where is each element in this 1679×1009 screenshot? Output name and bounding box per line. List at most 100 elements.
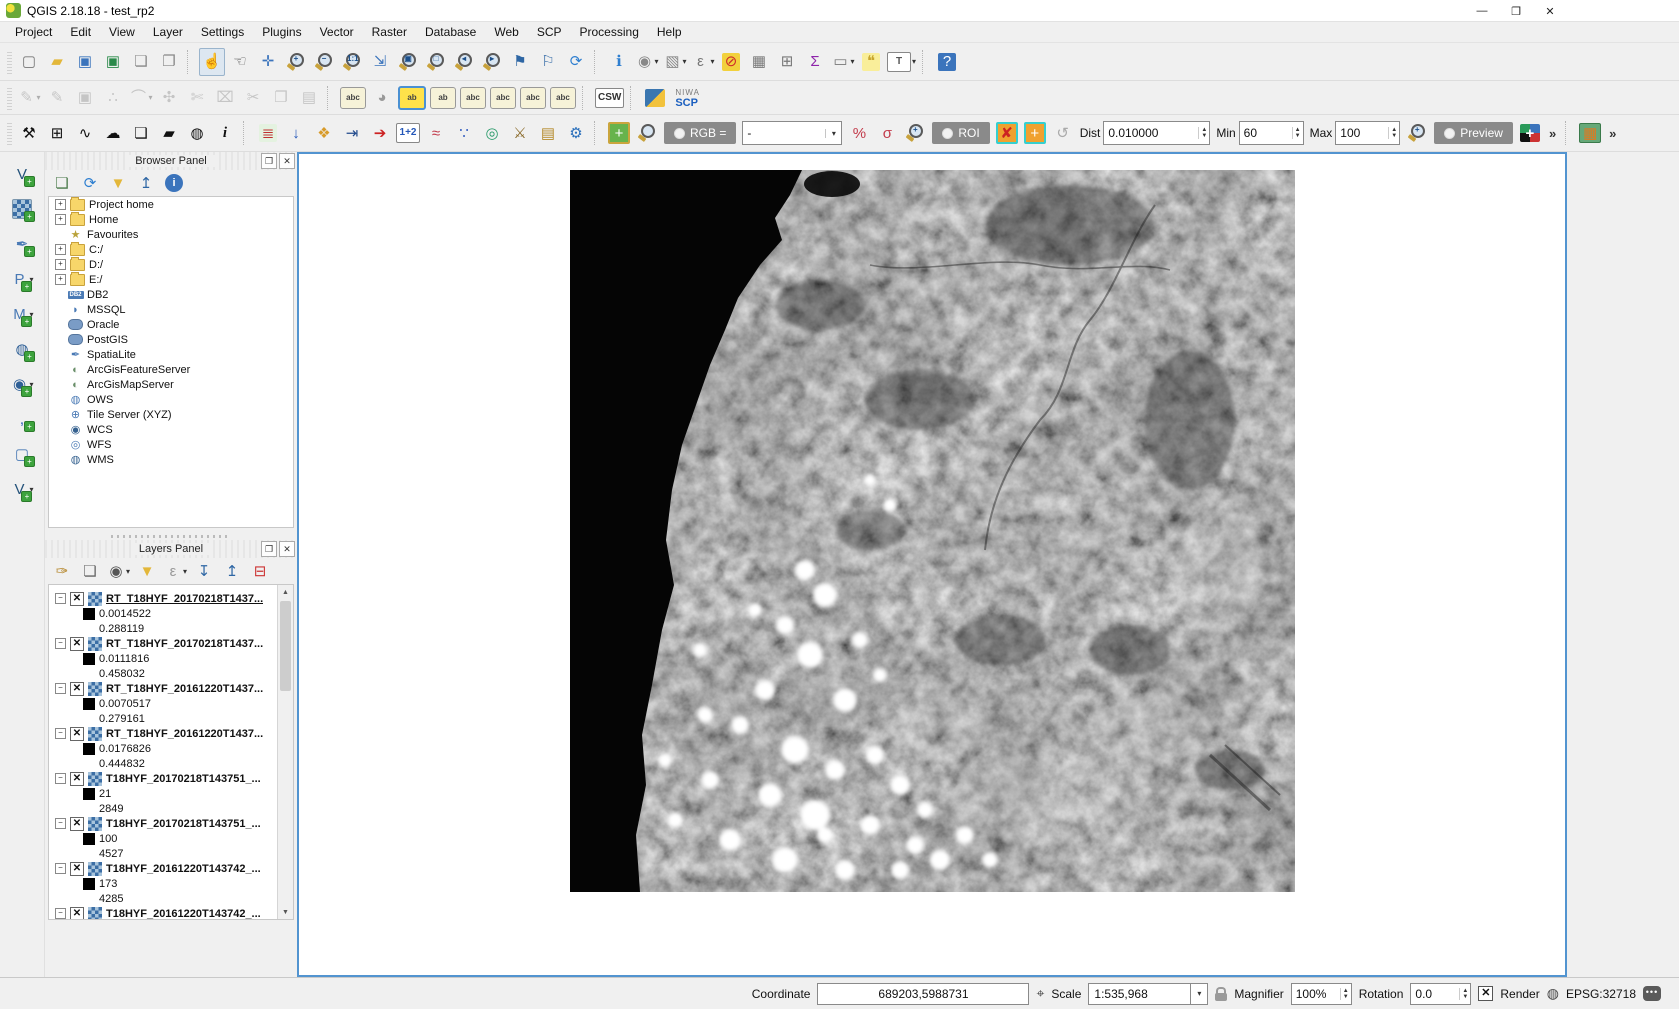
python-console[interactable] <box>642 84 668 112</box>
render-checkbox[interactable]: ✕ <box>1478 986 1493 1001</box>
scroll-down-button[interactable]: ▼ <box>278 905 293 919</box>
expand-icon[interactable]: + <box>55 259 66 270</box>
filter-by-expression-dropdown[interactable]: ▾ <box>183 567 187 576</box>
table-tool[interactable]: ⊞ <box>44 119 70 147</box>
delete-selected[interactable]: ⌧ <box>212 84 238 112</box>
scp-zoom-to-roi[interactable]: + <box>902 119 928 147</box>
preview-grid[interactable]: + <box>1517 119 1543 147</box>
maximize-button[interactable]: ❐ <box>1499 0 1533 22</box>
new-project[interactable]: ▢ <box>16 48 42 76</box>
min-field[interactable]: Min60▲▼ <box>1216 121 1303 145</box>
select-by-expression-dropdown[interactable]: ▾ <box>710 57 714 66</box>
zoom-in[interactable]: + <box>283 48 309 76</box>
collapse-icon[interactable]: − <box>55 728 66 739</box>
current-edits[interactable]: ✎▾ <box>16 84 42 112</box>
zoom-next[interactable]: ▸ <box>479 48 505 76</box>
expand-icon[interactable]: + <box>55 274 66 285</box>
menu-raster[interactable]: Raster <box>363 23 416 41</box>
measure-line-dropdown[interactable]: ▾ <box>850 57 854 66</box>
attribute-grid[interactable]: ▦ <box>1577 119 1603 147</box>
browser-item-db2[interactable]: DB2DB2 <box>49 287 293 302</box>
info-tool[interactable]: i <box>212 119 238 147</box>
scp-postprocessing[interactable]: ➔ <box>367 119 393 147</box>
layers-panel-float-button[interactable]: ❐ <box>261 541 277 557</box>
zoom-last[interactable]: ◂ <box>451 48 477 76</box>
layer-row[interactable]: −✕T18HYF_20161220T143742_... <box>49 906 293 920</box>
split-features[interactable]: ✄ <box>184 84 210 112</box>
extent-toggle-icon[interactable]: ⌖ <box>1036 985 1044 1002</box>
filter-legend[interactable]: ▼ <box>135 559 159 583</box>
move-feature[interactable]: ✣ <box>156 84 182 112</box>
open-attribute-table[interactable]: ▦ <box>746 48 772 76</box>
layers-panel-close-button[interactable]: ✕ <box>279 541 295 557</box>
save-layer-edits[interactable]: ▣ <box>72 84 98 112</box>
browser-item-e[interactable]: +E:/ <box>49 272 293 287</box>
layer-checkbox[interactable]: ✕ <box>70 592 84 606</box>
composer-manager[interactable]: ❐ <box>156 48 182 76</box>
layer-checkbox[interactable]: ✕ <box>70 817 84 831</box>
menu-edit[interactable]: Edit <box>61 23 100 41</box>
minimize-button[interactable]: — <box>1465 0 1499 22</box>
zoom-native[interactable]: 1:1 <box>339 48 365 76</box>
scp-image-overview[interactable]: + <box>606 119 632 147</box>
expand-icon[interactable]: + <box>55 214 66 225</box>
menu-project[interactable]: Project <box>6 23 61 41</box>
roi-label-radio[interactable] <box>942 128 953 139</box>
scp-basic-tools[interactable]: ❖ <box>311 119 337 147</box>
toggle-editing[interactable]: ✎ <box>44 84 70 112</box>
browser-panel-float-button[interactable]: ❐ <box>261 153 277 169</box>
browser-item-home[interactable]: +Home <box>49 212 293 227</box>
select-by-expression[interactable]: ε▾ <box>690 48 716 76</box>
collapse-icon[interactable]: − <box>55 908 66 919</box>
rgb-label[interactable]: RGB = <box>664 122 736 144</box>
browser-panel-close-button[interactable]: ✕ <box>279 153 295 169</box>
highlight-pinned-labels[interactable]: ab <box>397 84 427 112</box>
layer-row[interactable]: −✕T18HYF_20161220T143742_... <box>49 861 293 876</box>
magnifier-spinner[interactable]: 100% ▲▼ <box>1291 983 1352 1005</box>
browser-item-arcgisfeatureserver[interactable]: ◐ArcGisFeatureServer <box>49 362 293 377</box>
menu-settings[interactable]: Settings <box>192 23 253 41</box>
crs-status-icon[interactable]: ◍ <box>1547 985 1559 1002</box>
toolbar-expand-2[interactable]: » <box>1609 126 1616 141</box>
browser-item-arcgismapserver[interactable]: ◐ArcGisMapServer <box>49 377 293 392</box>
panel-splitter[interactable] <box>45 532 297 540</box>
measure-line[interactable]: ▭▾ <box>830 48 856 76</box>
collapse-icon[interactable]: − <box>55 773 66 784</box>
browser-item-favourites[interactable]: ★Favourites <box>49 227 293 242</box>
folder-tool[interactable]: ▰ <box>156 119 182 147</box>
collapse-icon[interactable]: − <box>55 863 66 874</box>
browser-item-wfs[interactable]: ◎WFS <box>49 437 293 452</box>
pan-map[interactable]: ☜ <box>227 48 253 76</box>
scale-combo-arrow[interactable]: ▾ <box>1191 983 1208 1005</box>
scale-lock-icon[interactable] <box>1215 993 1227 1001</box>
layer-row[interactable]: −✕T18HYF_20170218T143751_... <box>49 816 293 831</box>
show-hide-labels[interactable]: abc <box>459 84 487 112</box>
zoom-out[interactable]: − <box>311 48 337 76</box>
collapse-icon[interactable]: − <box>55 593 66 604</box>
new-print-composer[interactable]: ❏ <box>128 48 154 76</box>
zoom-to-layer[interactable]: □ <box>423 48 449 76</box>
max-field[interactable]: Max100▲▼ <box>1310 121 1401 145</box>
run-feature-action[interactable]: ◉▾ <box>634 48 660 76</box>
browser-item-project-home[interactable]: +Project home <box>49 197 293 212</box>
statistical-summary[interactable]: Σ <box>802 48 828 76</box>
browser-item-c[interactable]: +C:/ <box>49 242 293 257</box>
scp-roi-sigma[interactable]: σ <box>874 119 900 147</box>
roi-label[interactable]: ROI <box>932 122 989 144</box>
zoom-full[interactable]: ⇲ <box>367 48 393 76</box>
map-canvas[interactable] <box>297 152 1567 977</box>
properties-widget[interactable]: i <box>162 171 186 195</box>
layer-checkbox[interactable]: ✕ <box>70 727 84 741</box>
cut-features[interactable]: ✂ <box>240 84 266 112</box>
add-mssql-layer[interactable]: M▾ <box>9 300 35 328</box>
layer-checkbox[interactable]: ✕ <box>70 772 84 786</box>
show-bookmarks[interactable]: ⚐ <box>535 48 561 76</box>
add-selected-layers[interactable]: ❏ <box>50 171 74 195</box>
paste-features[interactable]: ▤ <box>296 84 322 112</box>
change-label[interactable]: abc <box>549 84 577 112</box>
messages-icon[interactable]: ••• <box>1643 986 1661 1001</box>
wrench-tool[interactable]: ⚒ <box>16 119 42 147</box>
browser-item-postgis[interactable]: PostGIS <box>49 332 293 347</box>
run-feature-action-dropdown[interactable]: ▾ <box>654 57 658 66</box>
expand-icon[interactable]: + <box>55 244 66 255</box>
